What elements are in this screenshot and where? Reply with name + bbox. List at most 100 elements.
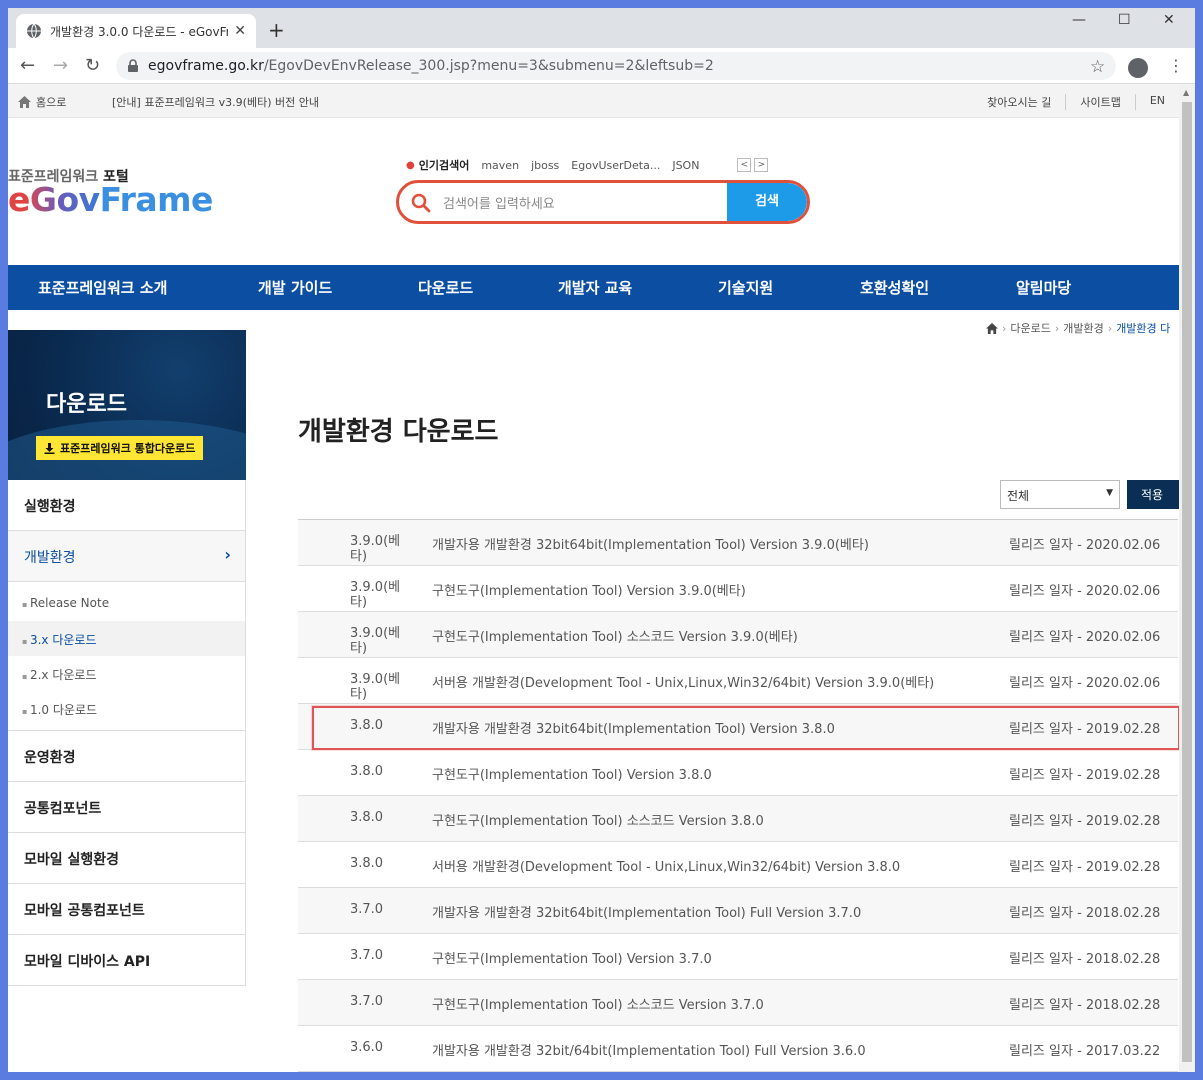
release-version: 3.6.0 <box>350 1040 384 1055</box>
release-row[interactable]: 3.9.0(베타) 개발자용 개발환경 32bit64bit(Implementa… <box>298 520 1178 566</box>
release-date: 릴리즈 일자 - 2019.02.28 <box>1009 860 1161 875</box>
keyword-link[interactable]: jboss <box>531 159 559 172</box>
close-tab-icon[interactable]: ✕ <box>234 23 246 39</box>
release-row[interactable]: 3.9.0(베타) 구현도구(Implementation Tool) Versi… <box>298 566 1178 612</box>
nav-item-download[interactable]: 다운로드 <box>418 277 473 298</box>
release-row[interactable]: 3.8.0 구현도구(Implementation Tool) 소스코드 Vers… <box>298 796 1178 842</box>
chevron-right-icon[interactable]: > <box>754 158 769 172</box>
nav-item-guide[interactable]: 개발 가이드 <box>258 277 332 298</box>
breadcrumb-current: 개발환경 다 <box>1116 322 1171 335</box>
home-icon[interactable] <box>986 322 998 334</box>
release-date: 릴리즈 일자 - 2020.02.06 <box>1009 538 1161 553</box>
address-bar[interactable]: egovframe.go.kr/EgovDevEnvRelease_300.js… <box>116 52 1116 80</box>
release-name[interactable]: 개발자용 개발환경 32bit64bit(Implementation Tool… <box>432 718 835 737</box>
egovframe-logo[interactable]: eGovFrame <box>8 180 213 219</box>
release-name[interactable]: 구현도구(Implementation Tool) 소스코드 Version 3… <box>432 626 798 645</box>
release-name[interactable]: 개발자용 개발환경 32bit/64bit(Implementation Too… <box>432 1040 866 1059</box>
home-link[interactable]: 홈으로 <box>18 94 66 110</box>
util-link-english[interactable]: EN <box>1134 94 1179 110</box>
release-row[interactable]: 3.8.0 개발자용 개발환경 32bit64bit(Implementation… <box>298 704 1178 750</box>
scroll-up-icon[interactable]: ▲ <box>1183 88 1189 97</box>
browser-window: 개발환경 3.0.0 다운로드 - eGovFrame ✕ + — ☐ ✕ ← … <box>8 8 1195 1072</box>
sidebar-submenu: Release Note 3.x 다운로드 2.x 다운로드 1.0 다운로드 <box>8 582 246 731</box>
search-input[interactable]: 검색어를 입력하세요 <box>443 193 555 212</box>
nav-item-support[interactable]: 기술지원 <box>718 277 773 298</box>
minimize-icon[interactable]: — <box>1072 12 1086 28</box>
release-date: 릴리즈 일자 - 2018.02.28 <box>1009 952 1161 967</box>
release-version: 3.7.0 <box>350 902 384 917</box>
release-row[interactable]: 3.7.0 구현도구(Implementation Tool) 소스코드 Vers… <box>298 980 1178 1026</box>
release-row[interactable]: 3.9.0(베타) 서버용 개발환경(Development Tool - Uni… <box>298 658 1178 704</box>
sidebar-item-mobile-components[interactable]: 모바일 공통컴포넌트 <box>8 884 246 935</box>
reload-icon[interactable]: ↻ <box>85 55 100 76</box>
sidebar-item-common-components[interactable]: 공통컴포넌트 <box>8 782 246 833</box>
release-name[interactable]: 구현도구(Implementation Tool) 소스코드 Version 3… <box>432 810 764 829</box>
sidebar-item-devenv[interactable]: 개발환경 › <box>8 531 246 582</box>
release-row[interactable]: 3.6.0 개발자용 개발환경 32bit/64bit(Implementatio… <box>298 1026 1178 1072</box>
browser-tab[interactable]: 개발환경 3.0.0 다운로드 - eGovFrame ✕ <box>16 14 256 48</box>
release-name[interactable]: 개발자용 개발환경 32bit64bit(Implementation Tool… <box>432 902 861 921</box>
sidebar-item-mobile-device-api[interactable]: 모바일 디바이스 API <box>8 935 246 986</box>
sidebar-item-runtime[interactable]: 실행환경 <box>8 480 246 531</box>
popular-keywords: ● 인기검색어 maven jboss EgovUserDeta... JSON… <box>406 157 769 173</box>
keyword-link[interactable]: EgovUserDeta... <box>571 159 660 172</box>
release-name[interactable]: 구현도구(Implementation Tool) Version 3.8.0 <box>432 764 712 783</box>
release-version: 3.8.0 <box>350 856 384 871</box>
chevron-left-icon[interactable]: < <box>737 158 752 172</box>
sidebar-item-operations[interactable]: 운영환경 <box>8 731 246 782</box>
new-tab-icon[interactable]: + <box>268 18 285 42</box>
notice-link[interactable]: [안내] 표준프레임워크 v3.9(베타) 버전 안내 <box>112 94 319 110</box>
back-icon[interactable]: ← <box>20 55 35 76</box>
keyword-link[interactable]: maven <box>481 159 519 172</box>
release-name[interactable]: 구현도구(Implementation Tool) 소스코드 Version 3… <box>432 994 764 1013</box>
breadcrumb: › 다운로드 › 개발환경 › 개발환경 다 <box>986 320 1170 336</box>
util-link-directions[interactable]: 찾아오시는 길 <box>973 94 1065 110</box>
nav-item-intro[interactable]: 표준프레임워크 소개 <box>38 277 167 298</box>
search-icon <box>411 193 431 213</box>
submenu-2x-download[interactable]: 2.x 다운로드 <box>8 656 245 691</box>
bookmark-star-icon[interactable]: ☆ <box>1090 57 1105 77</box>
release-version: 3.8.0 <box>350 718 384 733</box>
breadcrumb-item[interactable]: 다운로드 <box>1010 320 1050 336</box>
release-list: 3.9.0(베타) 개발자용 개발환경 32bit64bit(Implementa… <box>298 519 1178 1072</box>
release-date: 릴리즈 일자 - 2017.03.22 <box>1009 1044 1161 1059</box>
release-version: 3.7.0 <box>350 994 384 1009</box>
release-row[interactable]: 3.8.0 서버용 개발환경(Development Tool - Unix,Li… <box>298 842 1178 888</box>
breadcrumb-item[interactable]: 개발환경 <box>1063 320 1103 336</box>
release-row[interactable]: 3.7.0 구현도구(Implementation Tool) Version 3… <box>298 934 1178 980</box>
release-row[interactable]: 3.8.0 구현도구(Implementation Tool) Version 3… <box>298 750 1178 796</box>
release-version: 3.8.0 <box>350 810 384 825</box>
nav-item-compat[interactable]: 호환성확인 <box>860 277 929 298</box>
close-window-icon[interactable]: ✕ <box>1163 12 1175 28</box>
browser-toolbar: ← → ↻ egovframe.go.kr/EgovDevEnvRelease_… <box>8 48 1195 84</box>
keyword-link[interactable]: JSON <box>672 159 699 172</box>
bullet-icon: ● <box>406 159 415 171</box>
submenu-1-0-download[interactable]: 1.0 다운로드 <box>8 691 245 726</box>
menu-kebab-icon[interactable]: ⋮ <box>1168 56 1184 75</box>
nav-item-notice[interactable]: 알림마당 <box>1016 277 1071 298</box>
nav-item-education[interactable]: 개발자 교육 <box>558 277 632 298</box>
sidebar-item-mobile-runtime[interactable]: 모바일 실행환경 <box>8 833 246 884</box>
vertical-scrollbar[interactable]: ▲ <box>1179 84 1195 1072</box>
release-name[interactable]: 구현도구(Implementation Tool) Version 3.9.0(… <box>432 580 746 599</box>
search-button[interactable]: 검색 <box>727 183 807 221</box>
submenu-release-note[interactable]: Release Note <box>8 586 245 621</box>
release-date: 릴리즈 일자 - 2020.02.06 <box>1009 676 1161 691</box>
release-name[interactable]: 구현도구(Implementation Tool) Version 3.7.0 <box>432 948 712 967</box>
release-row[interactable]: 3.9.0(베타) 구현도구(Implementation Tool) 소스코드 … <box>298 612 1178 658</box>
release-name[interactable]: 서버용 개발환경(Development Tool - Unix,Linux,W… <box>432 672 934 691</box>
release-name[interactable]: 서버용 개발환경(Development Tool - Unix,Linux,W… <box>432 856 900 875</box>
release-row[interactable]: 3.7.0 개발자용 개발환경 32bit64bit(Implementation… <box>298 888 1178 934</box>
maximize-icon[interactable]: ☐ <box>1118 12 1131 28</box>
category-select[interactable]: 전체 ▼ <box>1000 480 1120 509</box>
submenu-3x-download[interactable]: 3.x 다운로드 <box>8 621 245 656</box>
util-link-sitemap[interactable]: 사이트맵 <box>1065 94 1134 110</box>
scrollbar-thumb[interactable] <box>1182 102 1192 1062</box>
release-name[interactable]: 개발자용 개발환경 32bit64bit(Implementation Tool… <box>432 534 869 553</box>
forward-icon[interactable]: → <box>53 55 68 76</box>
caret-down-icon: ▼ <box>1106 488 1113 498</box>
apply-button[interactable]: 적용 <box>1127 480 1187 509</box>
integrated-download-button[interactable]: 표준프레임워크 통합다운로드 <box>36 436 204 460</box>
profile-icon[interactable] <box>1128 58 1148 78</box>
home-icon <box>18 96 31 108</box>
